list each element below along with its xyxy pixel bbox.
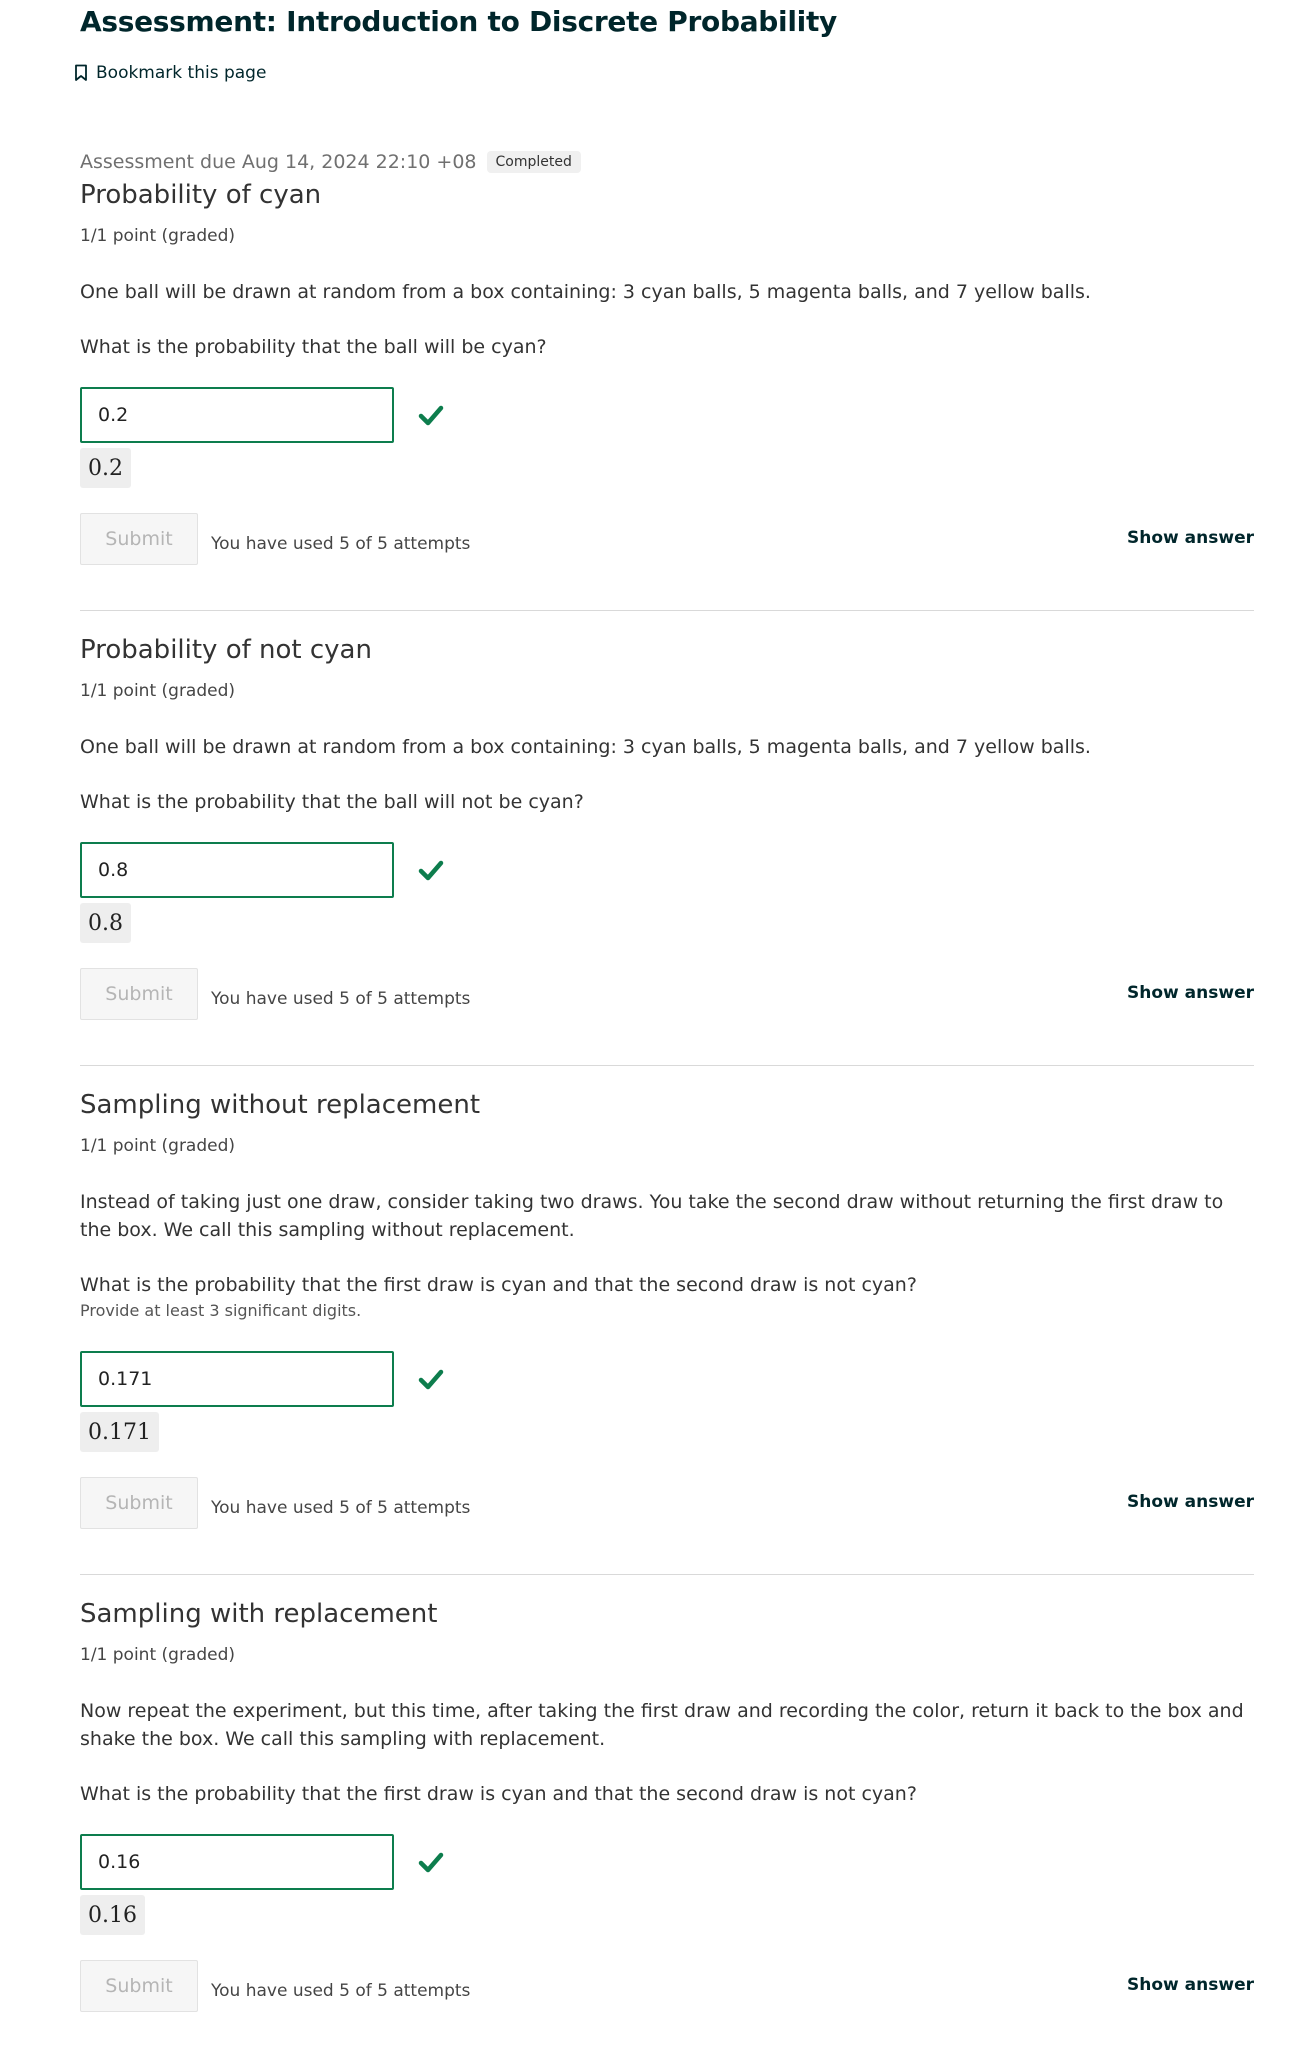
problem-title: Probability of cyan xyxy=(80,180,322,210)
problem-title: Sampling with replacement xyxy=(80,1599,438,1629)
checkmark-icon xyxy=(418,402,444,428)
show-answer-button[interactable]: Show answer xyxy=(1127,983,1254,1003)
problem-question: What is the probability that the first d… xyxy=(80,1274,917,1296)
show-answer-button[interactable]: Show answer xyxy=(1127,1492,1254,1512)
answer-input[interactable] xyxy=(80,1834,394,1890)
problem-hint: Provide at least 3 significant digits. xyxy=(80,1301,362,1320)
answer-preview: 0.8 xyxy=(80,903,131,943)
submit-button[interactable]: Submit xyxy=(80,1477,198,1529)
bookmark-icon xyxy=(74,64,88,82)
answer-preview: 0.171 xyxy=(80,1412,159,1452)
problem-divider xyxy=(80,610,1254,611)
submit-button[interactable]: Submit xyxy=(80,513,198,565)
problem-points: 1/1 point (graded) xyxy=(80,1136,236,1156)
answer-input[interactable] xyxy=(80,387,394,443)
problem-title: Probability of not cyan xyxy=(80,635,372,665)
problem-title: Sampling without replacement xyxy=(80,1090,481,1120)
submit-button[interactable]: Submit xyxy=(80,968,198,1020)
problem-body: Instead of taking just one draw, conside… xyxy=(80,1191,1224,1241)
answer-preview: 0.16 xyxy=(80,1895,145,1935)
bookmark-button[interactable]: Bookmark this page xyxy=(74,60,266,86)
problem-points: 1/1 point (graded) xyxy=(80,681,236,701)
answer-input[interactable] xyxy=(80,1351,394,1407)
problem-divider xyxy=(80,1065,1254,1066)
problem-body: Now repeat the experiment, but this time… xyxy=(80,1700,1244,1750)
attempts-text: You have used 5 of 5 attempts xyxy=(211,1498,471,1518)
due-date-row: Assessment due Aug 14, 2024 22:10 +08 Co… xyxy=(80,148,581,176)
attempts-text: You have used 5 of 5 attempts xyxy=(211,1981,471,2001)
attempts-text: You have used 5 of 5 attempts xyxy=(211,989,471,1009)
answer-input[interactable] xyxy=(80,842,394,898)
problem-body: One ball will be drawn at random from a … xyxy=(80,736,1091,758)
problem-question: What is the probability that the ball wi… xyxy=(80,791,584,813)
status-badge: Completed xyxy=(486,151,581,173)
checkmark-icon xyxy=(418,857,444,883)
show-answer-button[interactable]: Show answer xyxy=(1127,528,1254,548)
problem-points: 1/1 point (graded) xyxy=(80,1645,236,1665)
answer-preview: 0.2 xyxy=(80,448,131,488)
bookmark-label: Bookmark this page xyxy=(96,63,267,83)
attempts-text: You have used 5 of 5 attempts xyxy=(211,534,471,554)
submit-button[interactable]: Submit xyxy=(80,1960,198,2012)
problem-divider xyxy=(80,1574,1254,1575)
problem-question: What is the probability that the first d… xyxy=(80,1783,917,1805)
page-title: Assessment: Introduction to Discrete Pro… xyxy=(80,5,837,38)
due-date-text: Assessment due Aug 14, 2024 22:10 +08 xyxy=(80,151,477,173)
checkmark-icon xyxy=(418,1366,444,1392)
problem-question: What is the probability that the ball wi… xyxy=(80,336,547,358)
problem-points: 1/1 point (graded) xyxy=(80,226,236,246)
problem-body: One ball will be drawn at random from a … xyxy=(80,281,1091,303)
show-answer-button[interactable]: Show answer xyxy=(1127,1975,1254,1995)
checkmark-icon xyxy=(418,1849,444,1875)
